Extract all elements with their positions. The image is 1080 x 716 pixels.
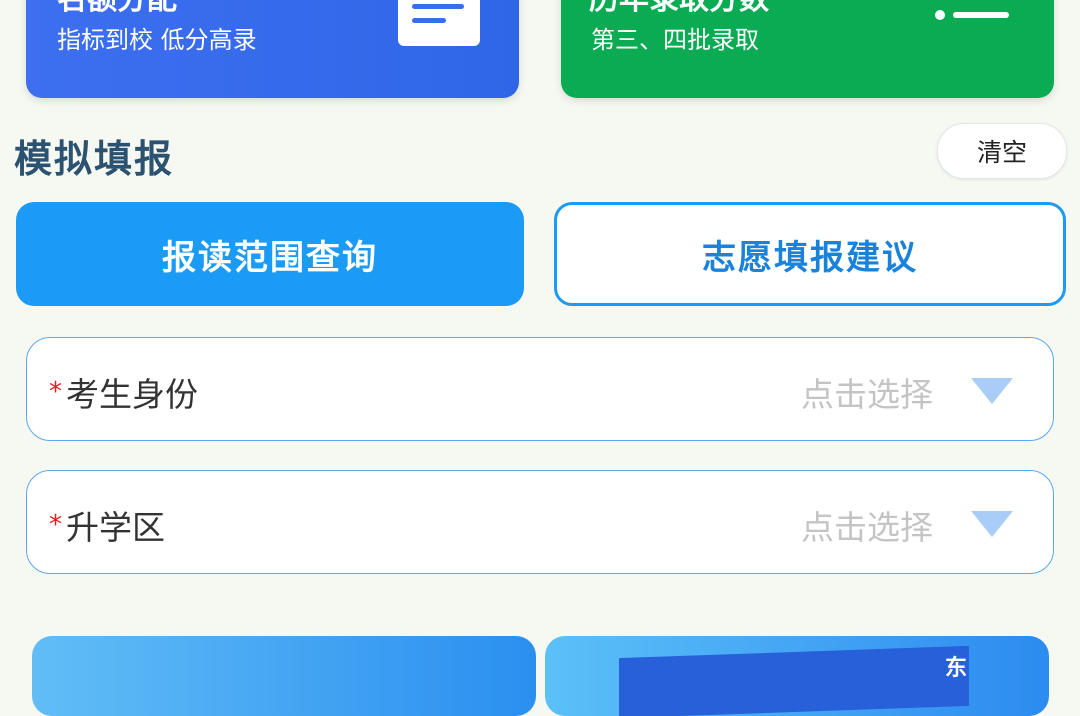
section-title: 模拟填报 (14, 137, 175, 181)
clear-button[interactable]: 清空 (937, 123, 1067, 179)
tab-scope-query[interactable]: 报读范围查询 (16, 202, 524, 306)
field-label: * 升学区 (49, 501, 165, 549)
caret-down-icon (971, 511, 1013, 537)
document-icon (398, 0, 480, 46)
field-label: * 考生身份 (49, 368, 198, 416)
card-subtitle: 第三、四批录取 (591, 26, 759, 54)
field-label-text: 升学区 (66, 508, 165, 547)
student-identity-select[interactable]: * 考生身份 点击选择 (26, 337, 1054, 441)
card-subtitle: 指标到校 低分高录 (57, 26, 257, 54)
field-label-text: 考生身份 (66, 375, 198, 414)
field-placeholder: 点击选择 (801, 508, 933, 547)
banner-text: 东 (945, 656, 968, 681)
bottom-card-left[interactable] (32, 636, 536, 716)
bottom-card-right[interactable]: 东 (545, 636, 1049, 716)
card-title: 历年录取分数 (589, 0, 769, 18)
school-district-select[interactable]: * 升学区 点击选择 (26, 470, 1054, 574)
card-title: 名额分配 (57, 0, 177, 18)
historical-scores-card[interactable]: 历年录取分数 第三、四批录取 (561, 0, 1054, 98)
banner-stripe (619, 645, 969, 716)
caret-down-icon (971, 378, 1013, 404)
quota-allocation-card[interactable]: 名额分配 指标到校 低分高录 (26, 0, 519, 98)
required-mark: * (49, 377, 62, 407)
required-mark: * (49, 510, 62, 540)
field-placeholder: 点击选择 (801, 375, 933, 414)
list-icon (935, 0, 1015, 36)
tab-filling-advice[interactable]: 志愿填报建议 (554, 202, 1066, 306)
